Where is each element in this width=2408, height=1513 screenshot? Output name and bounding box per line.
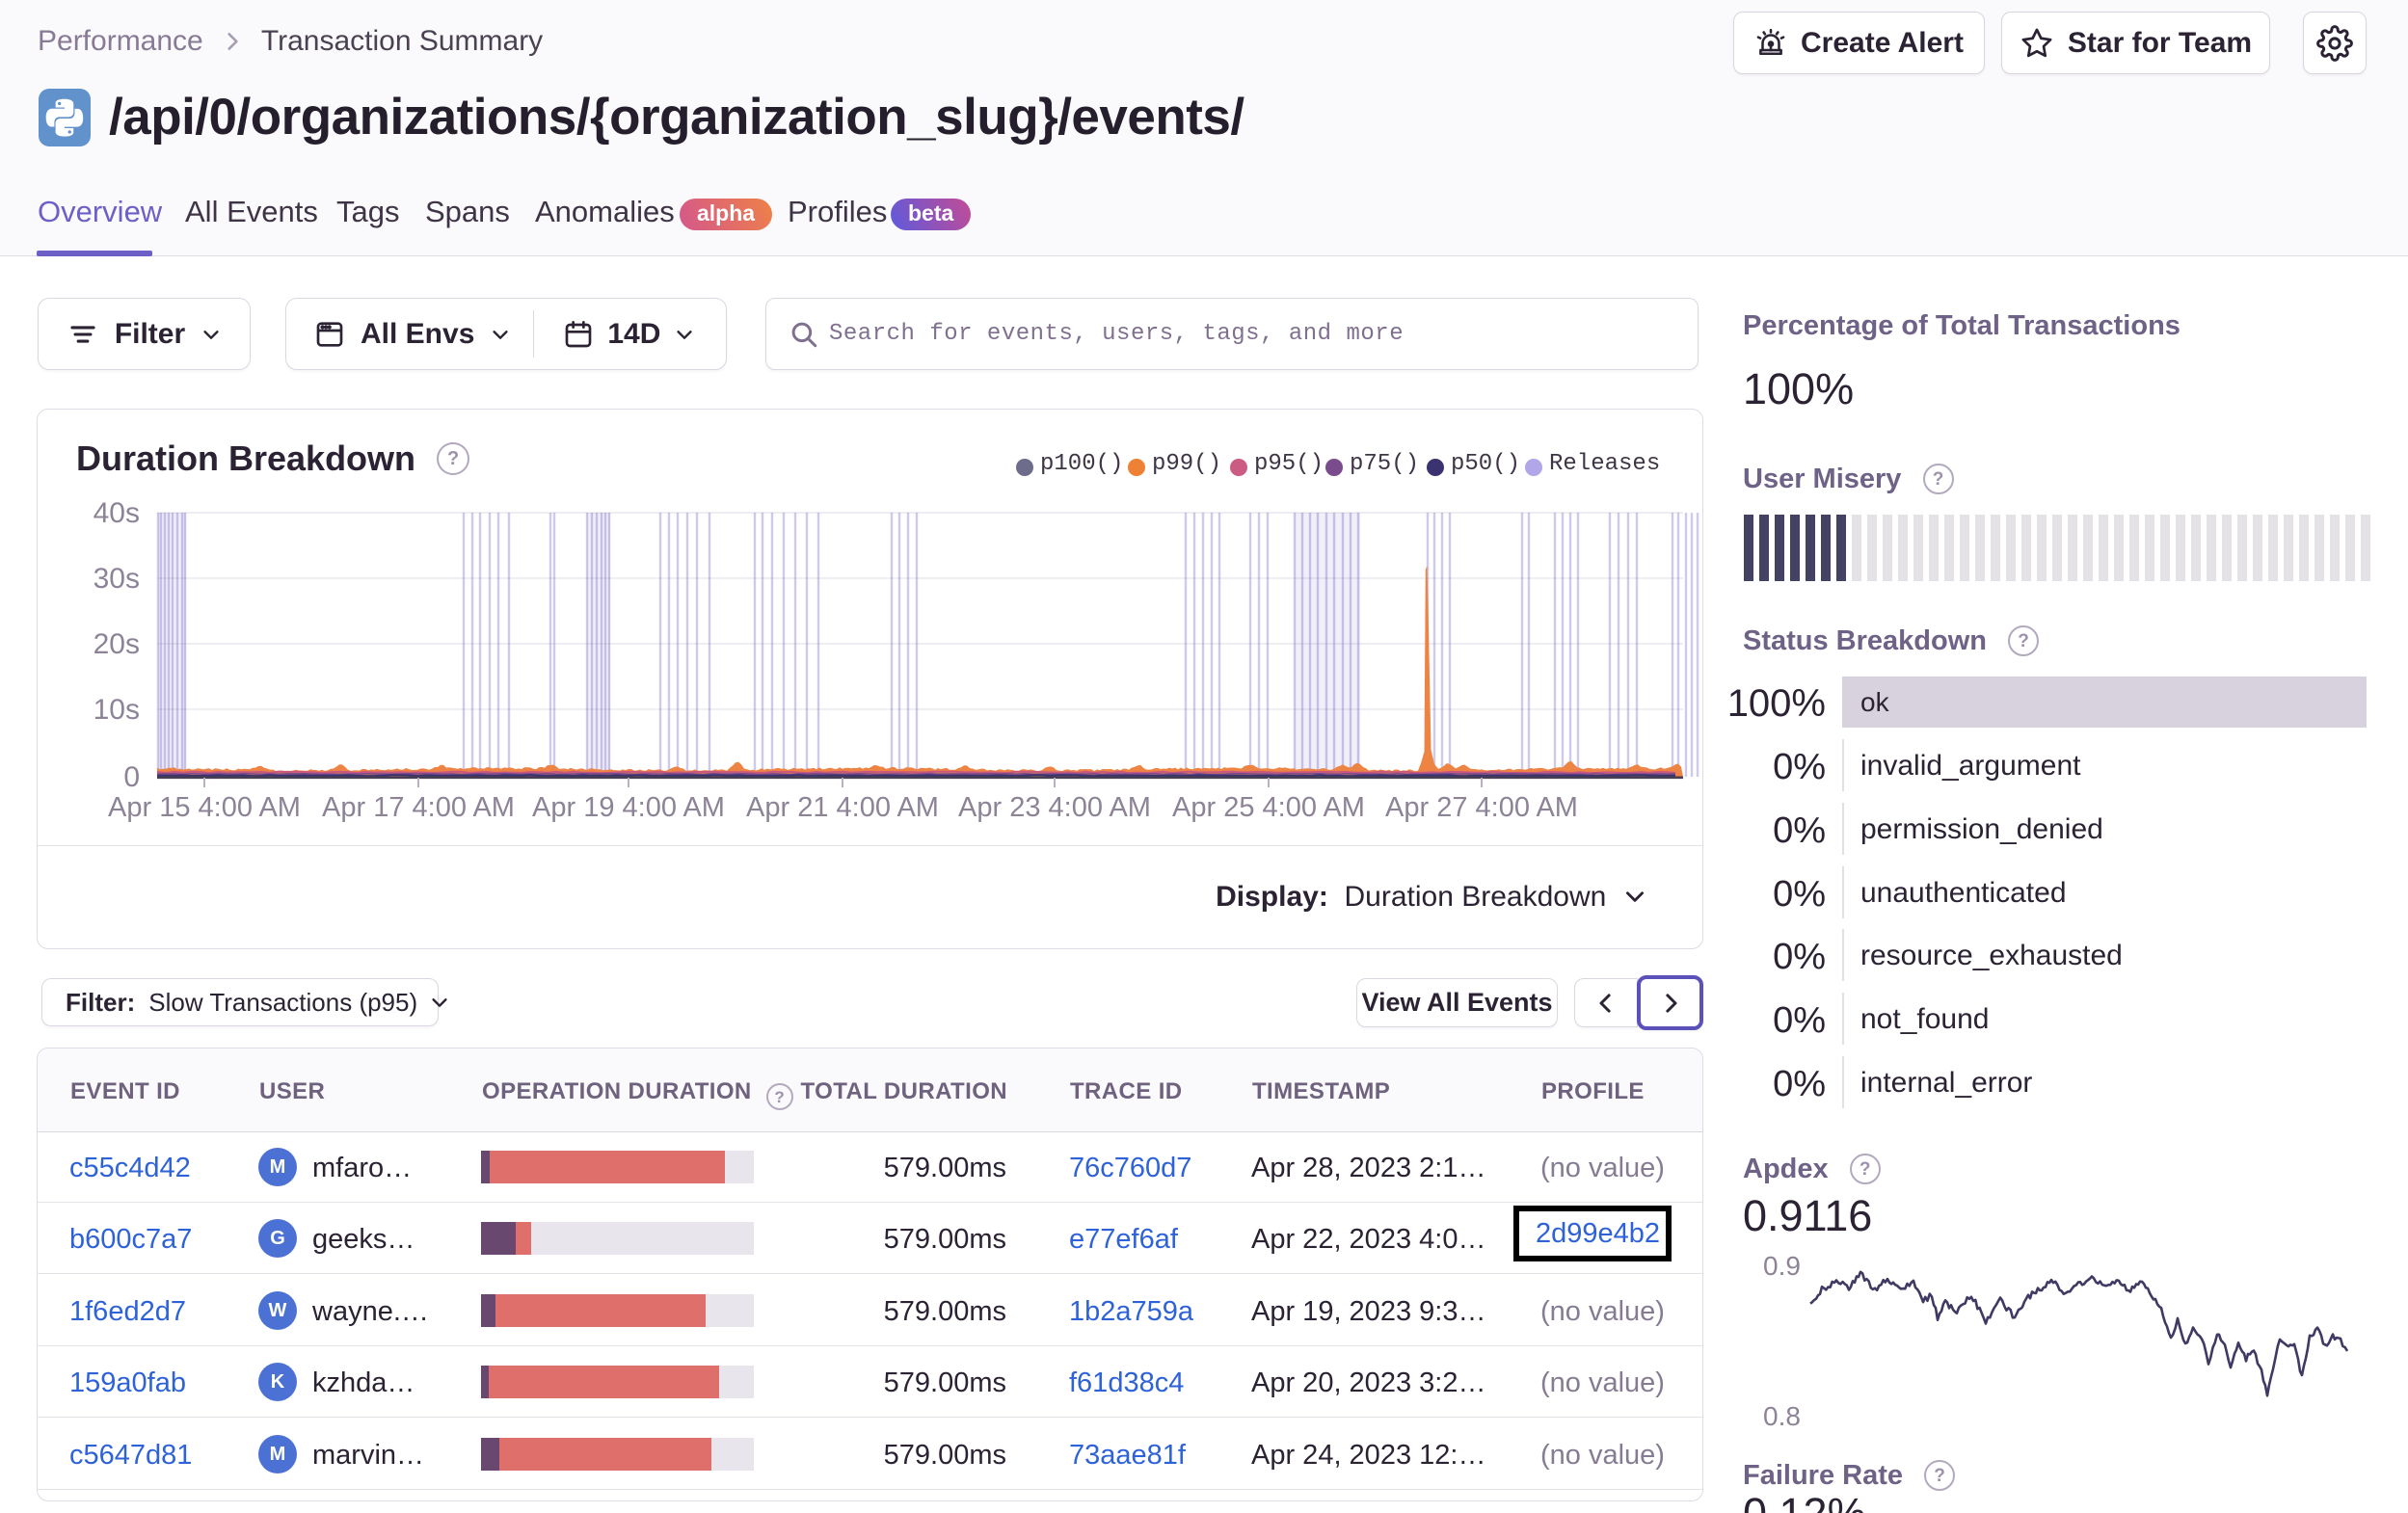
svg-text:Apr 23 4:00 AM: Apr 23 4:00 AM [958,792,1151,823]
svg-text:30s: 30s [94,563,140,595]
svg-text:Apr 17 4:00 AM: Apr 17 4:00 AM [322,792,515,823]
svg-text:10s: 10s [94,694,140,726]
svg-text:Apr 15 4:00 AM: Apr 15 4:00 AM [108,792,301,823]
svg-text:40s: 40s [94,497,140,529]
svg-text:Apr 19 4:00 AM: Apr 19 4:00 AM [532,792,725,823]
svg-text:Apr 21 4:00 AM: Apr 21 4:00 AM [746,792,939,823]
svg-text:0: 0 [123,761,140,793]
svg-text:Apr 27 4:00 AM: Apr 27 4:00 AM [1385,792,1578,823]
svg-text:20s: 20s [94,628,140,660]
svg-text:Apr 25 4:00 AM: Apr 25 4:00 AM [1172,792,1365,823]
